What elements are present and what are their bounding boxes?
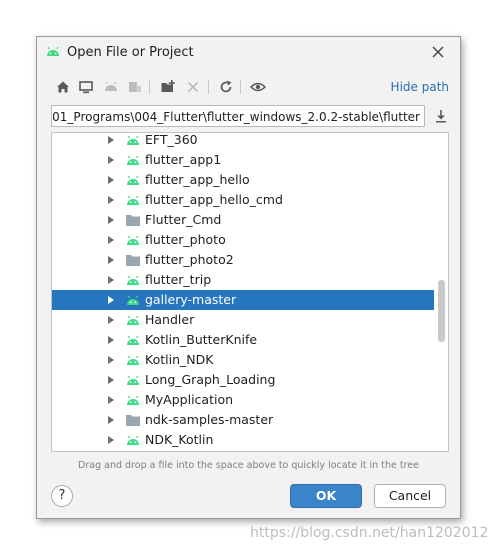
download-icon[interactable] xyxy=(433,108,449,124)
expand-arrow-icon[interactable] xyxy=(108,336,114,344)
expand-arrow-icon[interactable] xyxy=(108,216,114,224)
android-icon xyxy=(127,435,139,445)
expand-arrow-icon[interactable] xyxy=(108,276,114,284)
tree-item[interactable]: Kotlin_NDK xyxy=(52,350,434,370)
tree-item[interactable]: NDK_Kotlin xyxy=(52,430,434,450)
tree-item[interactable]: gallery-master xyxy=(52,290,434,310)
expand-arrow-icon[interactable] xyxy=(108,196,114,204)
project-icon xyxy=(105,81,117,91)
tree-item[interactable]: Handler xyxy=(52,310,434,330)
delete-icon xyxy=(187,81,199,93)
tree-item-label: EFT_360 xyxy=(145,132,198,147)
tree-item-label: NDK_Kotlin xyxy=(145,432,214,447)
folder-icon xyxy=(126,415,140,426)
expand-arrow-icon[interactable] xyxy=(108,376,114,384)
tree-item[interactable]: flutter_photo xyxy=(52,230,434,250)
folder-icon xyxy=(126,255,140,266)
refresh-icon[interactable] xyxy=(218,79,234,95)
home-icon[interactable] xyxy=(55,79,71,95)
android-icon xyxy=(127,195,139,205)
android-icon xyxy=(127,375,139,385)
toolbar-separator xyxy=(240,80,241,94)
tree-item-label: Kotlin_NDK xyxy=(145,352,214,367)
android-icon xyxy=(127,355,139,365)
ok-button[interactable]: OK xyxy=(290,484,362,508)
expand-arrow-icon[interactable] xyxy=(108,316,114,324)
folder-icon xyxy=(126,215,140,226)
expand-arrow-icon[interactable] xyxy=(108,256,114,264)
toolbar-separator xyxy=(149,80,150,94)
expand-arrow-icon[interactable] xyxy=(108,236,114,244)
dialog-title: Open File or Project xyxy=(67,45,194,60)
expand-arrow-icon[interactable] xyxy=(108,176,114,184)
title-bar: Open File or Project xyxy=(37,37,460,69)
toolbar: Hide path xyxy=(45,77,452,99)
tree-item[interactable]: flutter_trip xyxy=(52,270,434,290)
tree-item-label: flutter_app_hello xyxy=(145,172,250,187)
tree-item[interactable]: EFT_360 xyxy=(52,132,434,150)
open-file-dialog: Open File or Project Hide path I:\001_Pr… xyxy=(36,36,461,519)
tree-item[interactable]: flutter_app1 xyxy=(52,150,434,170)
tree-item-label: flutter_app1 xyxy=(145,152,222,167)
drag-drop-hint: Drag and drop a file into the space abov… xyxy=(78,460,419,471)
tree-item-label: Long_Graph_Loading xyxy=(145,372,276,387)
cancel-button[interactable]: Cancel xyxy=(374,484,446,508)
expand-arrow-icon[interactable] xyxy=(108,356,114,364)
expand-arrow-icon[interactable] xyxy=(108,156,114,164)
tree-item-label: Kotlin_ButterKnife xyxy=(145,332,258,347)
tree-item-label: flutter_app_hello_cmd xyxy=(145,192,283,207)
expand-arrow-icon[interactable] xyxy=(108,136,114,144)
tree-item[interactable]: flutter_photo2 xyxy=(52,250,434,270)
hide-path-link[interactable]: Hide path xyxy=(391,80,449,94)
tree-item[interactable]: flutter_app_hello_cmd xyxy=(52,190,434,210)
desktop-icon[interactable] xyxy=(78,79,94,95)
tree-item[interactable]: Long_Graph_Loading xyxy=(52,370,434,390)
android-icon xyxy=(127,135,139,145)
watermark: https://blog.csdn.net/han1202012 xyxy=(250,525,489,541)
path-input[interactable]: I:\001_Programs\004_Flutter\flutter_wind… xyxy=(51,105,425,127)
android-icon xyxy=(127,155,139,165)
tree-item-label: gallery-master xyxy=(145,292,237,307)
expand-arrow-icon[interactable] xyxy=(108,296,114,304)
expand-arrow-icon[interactable] xyxy=(108,416,114,424)
expand-arrow-icon[interactable] xyxy=(108,436,114,444)
tree-item-label: flutter_photo xyxy=(145,232,226,247)
android-icon xyxy=(47,46,59,56)
android-icon xyxy=(127,295,139,305)
close-icon[interactable] xyxy=(428,42,448,62)
show-hidden-icon[interactable] xyxy=(250,79,266,95)
file-tree[interactable]: EFT_360 flutter_app1 flutter_app_helloflut… xyxy=(51,132,449,452)
help-button[interactable]: ? xyxy=(51,485,73,507)
scroll-thumb[interactable] xyxy=(438,280,445,342)
tree-item[interactable]: ndk-samples-master xyxy=(52,410,434,430)
tree-item-label: flutter_trip xyxy=(145,272,212,287)
expand-arrow-icon[interactable] xyxy=(108,396,114,404)
android-icon xyxy=(127,175,139,185)
android-icon xyxy=(127,395,139,405)
tree-item[interactable]: MyApplication xyxy=(52,390,434,410)
tree-scrollbar[interactable] xyxy=(436,133,446,449)
tree-item-label: ndk-samples-master xyxy=(145,412,274,427)
tree-item[interactable]: Kotlin_ButterKnife xyxy=(52,330,434,350)
tree-item[interactable]: flutter_app_hello xyxy=(52,170,434,190)
android-icon xyxy=(127,335,139,345)
module-icon xyxy=(129,82,141,92)
tree-item-label: MyApplication xyxy=(145,392,234,407)
android-icon xyxy=(127,235,139,245)
tree-item-label: Flutter_Cmd xyxy=(145,212,222,227)
tree-item[interactable]: Flutter_Cmd xyxy=(52,210,434,230)
android-icon xyxy=(127,275,139,285)
android-icon xyxy=(127,315,139,325)
new-folder-icon[interactable] xyxy=(160,79,176,95)
tree-item-label: flutter_photo2 xyxy=(145,252,234,267)
tree-item-label: Handler xyxy=(145,312,195,327)
toolbar-separator xyxy=(208,80,209,94)
